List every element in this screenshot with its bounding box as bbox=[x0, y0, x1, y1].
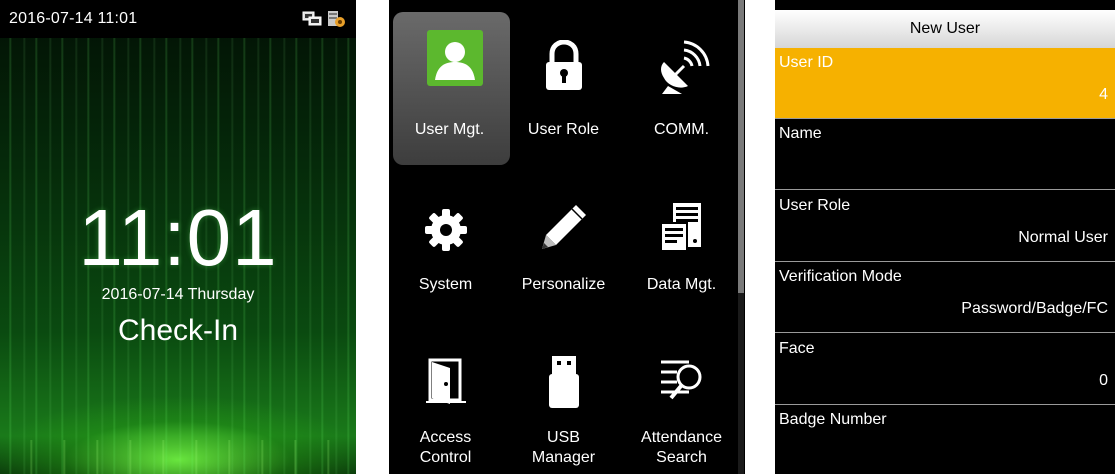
main-menu: User Mgt. User Role COMM. System Persona… bbox=[389, 0, 745, 474]
field-label: User ID bbox=[779, 54, 834, 71]
field-face[interactable]: Face 0 bbox=[775, 334, 1115, 405]
field-value: 4 bbox=[1099, 86, 1108, 103]
status-datetime: 2016-07-14 11:01 bbox=[9, 10, 138, 27]
field-value: 0 bbox=[1099, 372, 1108, 389]
attendance-search-icon bbox=[625, 358, 738, 422]
usb-drive-icon bbox=[507, 354, 620, 418]
pencil-icon bbox=[507, 201, 620, 265]
attendance-state: Check-In bbox=[117, 314, 239, 347]
menu-item-data-mgt[interactable]: Data Mgt. bbox=[625, 165, 738, 325]
menu-item-label: COMM. bbox=[653, 121, 710, 138]
menu-item-user-role[interactable]: User Role bbox=[507, 0, 620, 160]
field-label: Verification Mode bbox=[779, 268, 902, 285]
status-bar: 2016-07-14 11:01 bbox=[0, 0, 356, 38]
menu-item-label: Personalize bbox=[521, 276, 606, 293]
menu-item-access-control[interactable]: Access Control bbox=[389, 320, 502, 474]
menu-item-label: User Mgt. bbox=[414, 121, 485, 138]
menu-item-comm[interactable]: COMM. bbox=[625, 0, 738, 160]
menu-item-personalize[interactable]: Personalize bbox=[507, 165, 620, 325]
menu-item-label: Access Control bbox=[419, 429, 472, 466]
field-label: Name bbox=[779, 125, 822, 142]
standby-screen: 2016-07-14 11:01 11:01 2016-07-14 Thursd… bbox=[0, 0, 356, 474]
field-label: User Role bbox=[779, 197, 851, 214]
clock-display: 11:01 bbox=[78, 193, 278, 282]
field-value: Normal User bbox=[1018, 229, 1108, 246]
server-icon bbox=[326, 9, 346, 29]
satellite-dish-icon bbox=[625, 40, 738, 104]
field-verification-mode[interactable]: Verification Mode Password/Badge/FC bbox=[775, 262, 1115, 333]
door-icon bbox=[389, 356, 502, 420]
new-user-screen: New User User ID 4 Name User Role Normal… bbox=[775, 0, 1115, 474]
menu-item-label: Attendance Search bbox=[641, 429, 722, 466]
field-value: Password/Badge/FC bbox=[961, 300, 1108, 317]
field-label: Badge Number bbox=[779, 411, 887, 428]
page-title: New User bbox=[775, 10, 1115, 48]
background-floor-glow bbox=[0, 440, 356, 474]
data-server-icon bbox=[625, 201, 738, 265]
field-name[interactable]: Name bbox=[775, 119, 1115, 190]
menu-item-label: User Role bbox=[527, 121, 600, 138]
field-label: Face bbox=[779, 340, 815, 357]
network-icon bbox=[302, 11, 322, 27]
menu-item-user-mgt[interactable]: User Mgt. bbox=[389, 0, 510, 165]
field-user-id[interactable]: User ID 4 bbox=[775, 48, 1115, 119]
menu-item-attendance-search[interactable]: Attendance Search bbox=[625, 320, 738, 474]
menu-item-usb-manager[interactable]: USB Manager bbox=[507, 320, 620, 474]
date-line: 2016-07-14 Thursday bbox=[101, 286, 255, 303]
field-badge-number[interactable]: Badge Number bbox=[775, 405, 1115, 474]
menu-item-label: Data Mgt. bbox=[646, 276, 717, 293]
field-user-role[interactable]: User Role Normal User bbox=[775, 191, 1115, 262]
menu-item-label: System bbox=[418, 276, 473, 293]
menu-item-label: USB Manager bbox=[531, 429, 596, 466]
lock-icon bbox=[507, 40, 620, 104]
menu-item-system[interactable]: System bbox=[389, 165, 502, 325]
user-icon bbox=[389, 30, 502, 94]
gear-icon bbox=[389, 205, 502, 269]
scrollbar-thumb[interactable] bbox=[738, 0, 744, 293]
